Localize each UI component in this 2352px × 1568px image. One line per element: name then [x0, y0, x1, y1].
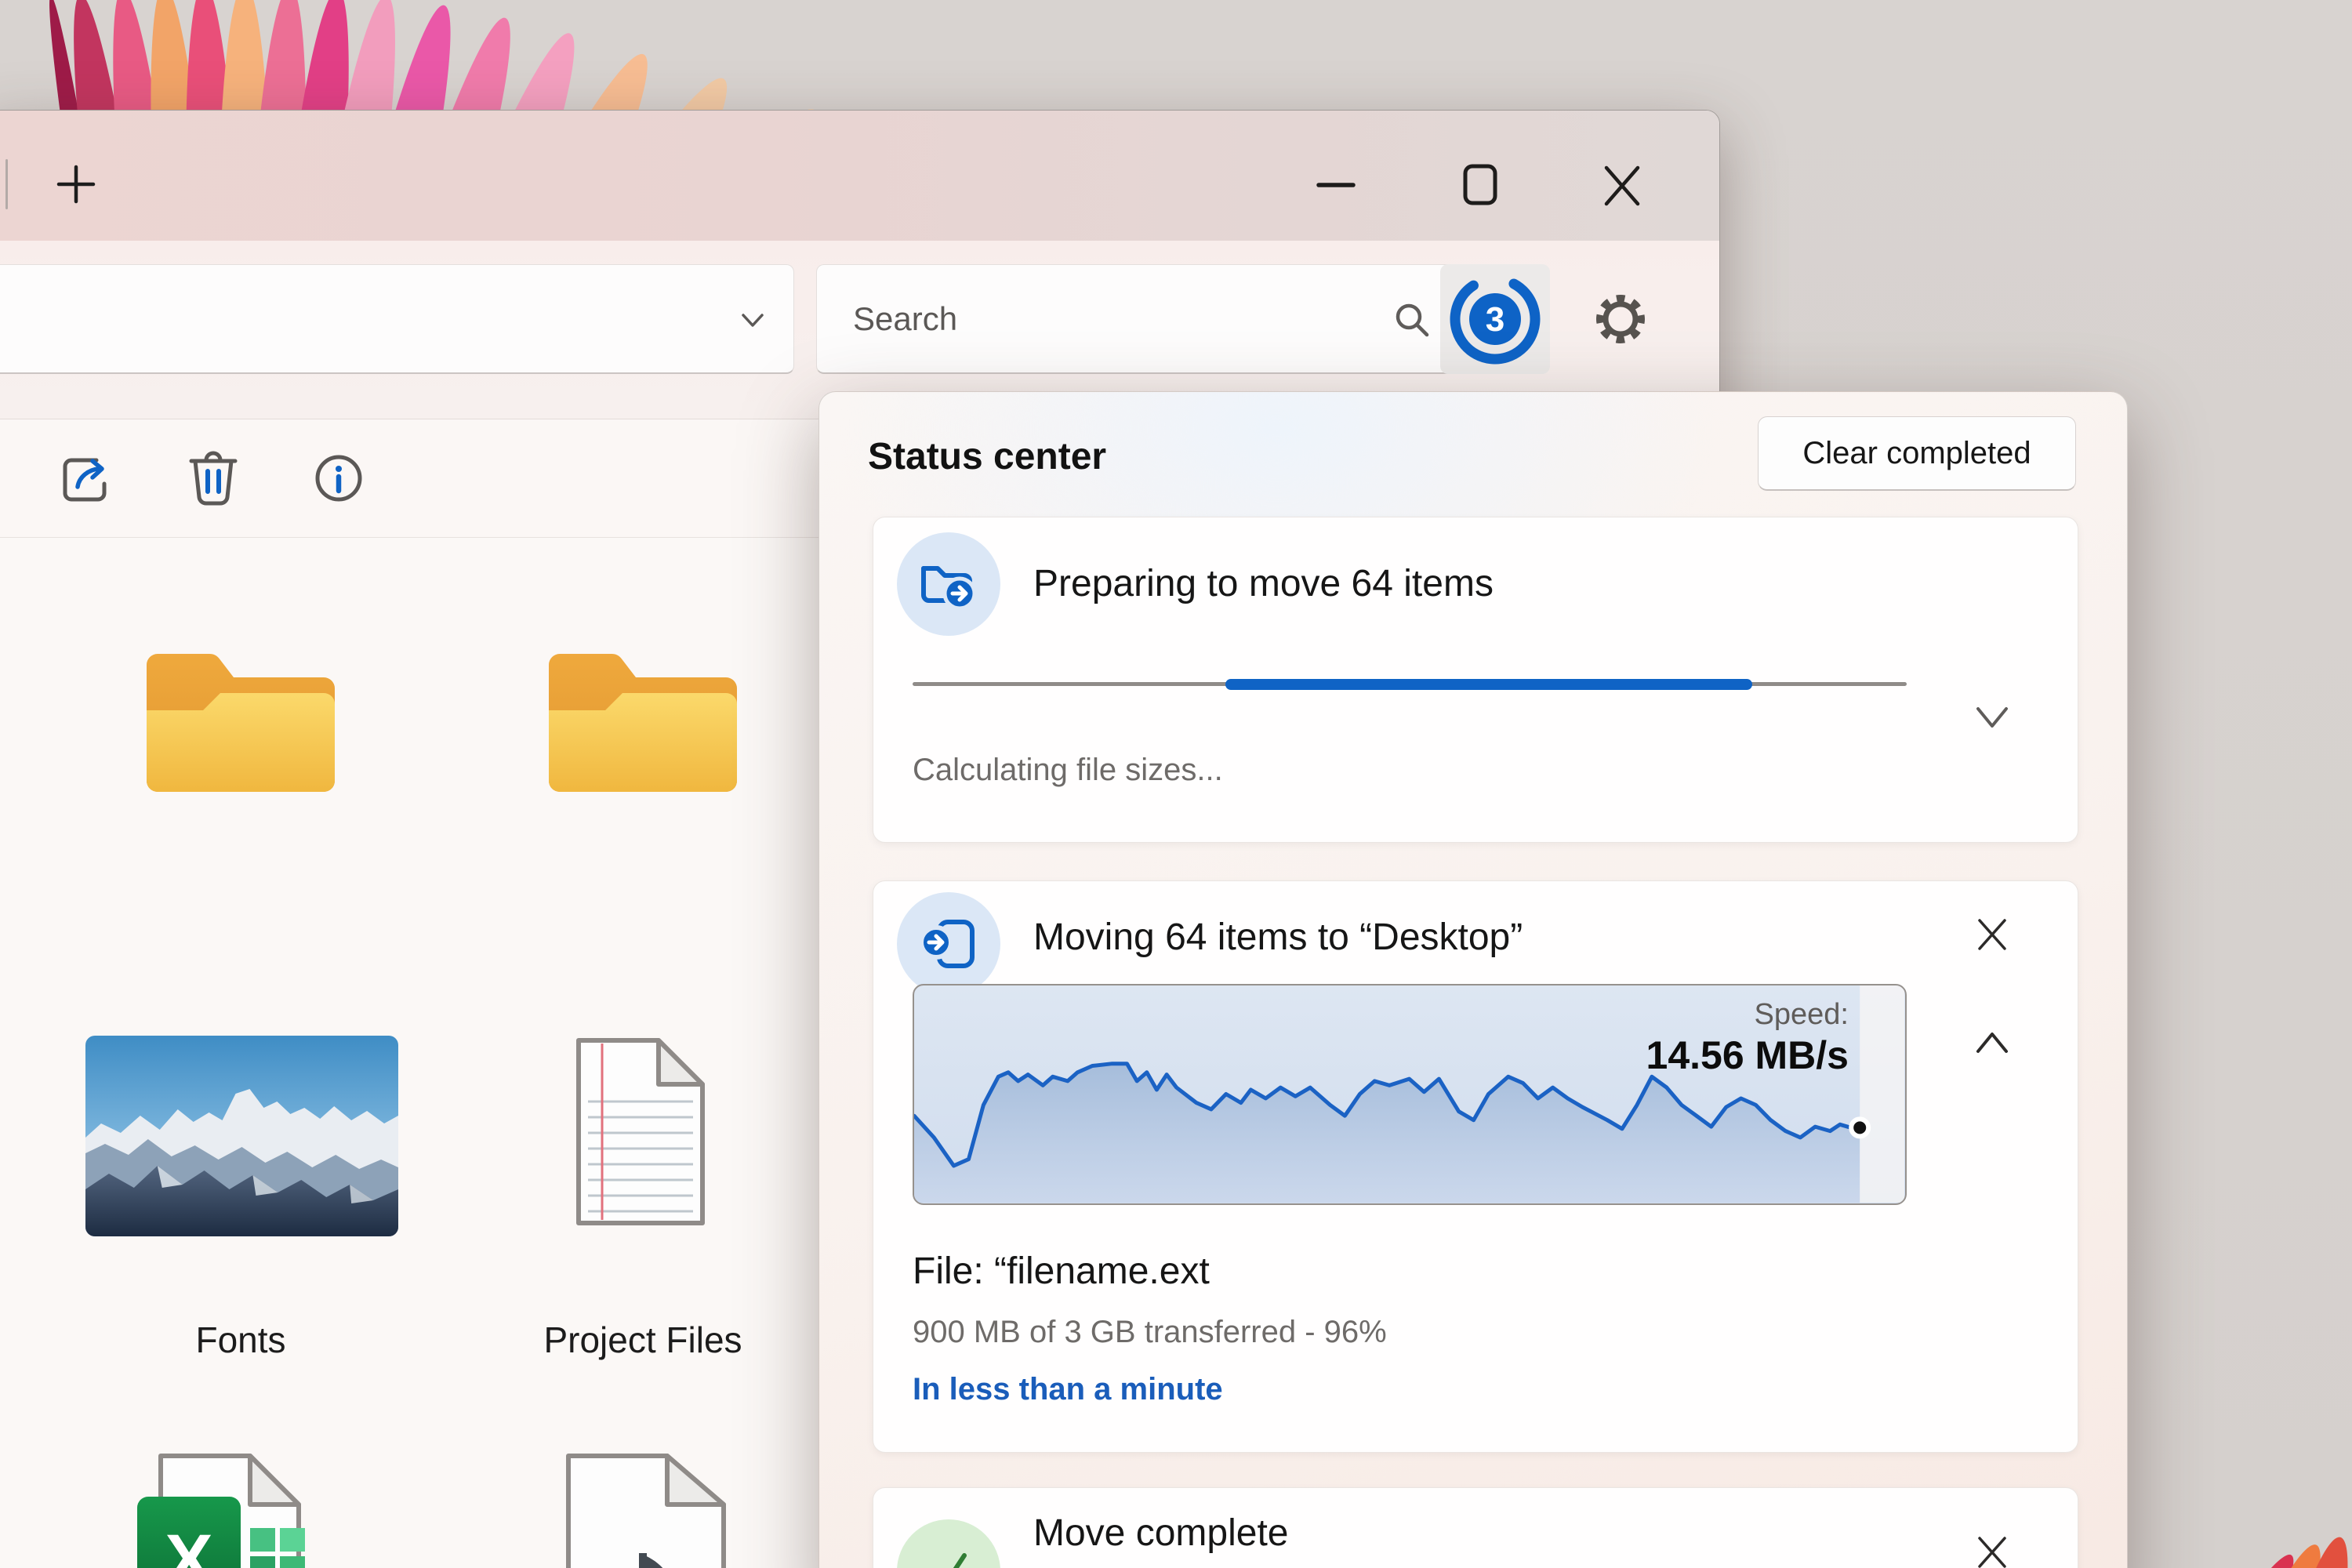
delete-button[interactable] — [180, 443, 247, 510]
status-center-badge-button[interactable]: 3 — [1440, 264, 1550, 374]
file-tile-text-doc[interactable] — [571, 1036, 710, 1228]
search-input[interactable] — [817, 265, 1471, 372]
operation-icon-circle — [897, 532, 1000, 636]
file-tile-project-files[interactable] — [541, 638, 745, 803]
operation-status: Calculating file sizes... — [913, 753, 1223, 788]
tab-divider — [5, 159, 8, 209]
operation-title: Move complete — [1033, 1512, 1288, 1555]
operation-card-moving: Moving 64 items to “Desktop” — [873, 880, 2078, 1453]
close-icon — [1973, 1534, 2011, 1568]
eta-text: In less than a minute — [913, 1372, 1223, 1407]
wallpaper-bloom-image — [0, 0, 1019, 111]
operation-icon-circle — [897, 892, 1000, 996]
move-folder-icon — [916, 551, 982, 617]
excel-letter: X — [165, 1520, 212, 1568]
chevron-down-icon — [1970, 702, 2014, 734]
status-center-title: Status center — [868, 435, 1106, 478]
new-tab-button[interactable] — [53, 161, 100, 208]
remaining-band — [1860, 985, 1904, 1203]
speed-label: Speed: — [1646, 996, 1849, 1033]
current-file: File: “filename.ext — [913, 1250, 1210, 1293]
maximize-button[interactable] — [1457, 162, 1504, 209]
folder-icon — [541, 638, 745, 803]
move-items-icon — [916, 911, 982, 977]
file-label: Project Files — [463, 1318, 823, 1362]
info-icon — [310, 449, 368, 507]
operation-icon-circle — [897, 1519, 1000, 1568]
progress-indicator — [1225, 679, 1752, 690]
file-tile-spreadsheet[interactable]: X — [132, 1453, 328, 1568]
transferred-status: 900 MB of 3 GB transferred - 96% — [913, 1315, 1387, 1350]
status-center-flyout: Status center Clear completed Preparing … — [818, 391, 2128, 1568]
search-box — [816, 264, 1472, 374]
maximize-icon — [1457, 162, 1504, 209]
progress-ring-icon: 3 — [1446, 270, 1544, 368]
settings-button[interactable] — [1566, 264, 1675, 374]
chevron-up-icon — [1970, 1026, 2014, 1058]
gear-icon — [1590, 289, 1651, 350]
collapse-button[interactable] — [1970, 1026, 2014, 1062]
dismiss-operation-button[interactable] — [1973, 916, 2011, 957]
operation-card-complete: Move complete — [873, 1487, 2078, 1568]
speed-readout: Speed: 14.56 MB/s — [1646, 996, 1849, 1078]
search-icon[interactable] — [1392, 300, 1432, 339]
info-button[interactable] — [305, 445, 372, 512]
checkmark-icon — [919, 1541, 978, 1568]
close-button[interactable] — [1599, 162, 1646, 209]
text-document-icon — [571, 1036, 710, 1228]
close-icon — [1973, 916, 2011, 953]
speed-value: 14.56 MB/s — [1646, 1033, 1849, 1078]
operation-card-preparing: Preparing to move 64 items Calculating f… — [873, 517, 2078, 843]
excel-file-icon: X — [132, 1453, 328, 1568]
plus-icon — [54, 162, 98, 206]
file-tile-audio[interactable] — [564, 1453, 728, 1568]
screen: 3 — [0, 0, 2352, 1568]
badge-count: 3 — [1486, 300, 1504, 339]
address-bar[interactable] — [0, 264, 794, 374]
dismiss-operation-button[interactable] — [1973, 1534, 2011, 1568]
address-dropdown-chevron-icon[interactable] — [735, 306, 770, 334]
file-tile-fonts[interactable] — [139, 638, 343, 803]
share-icon — [57, 449, 115, 507]
tab-bar — [0, 111, 1719, 241]
trash-icon — [183, 445, 243, 508]
speed-chart: Speed: 14.56 MB/s — [913, 984, 1907, 1205]
folder-icon — [139, 638, 343, 803]
clear-completed-label: Clear completed — [1802, 436, 2031, 471]
image-thumbnail — [85, 1036, 398, 1236]
clear-completed-button[interactable]: Clear completed — [1758, 416, 2076, 491]
file-tile-image[interactable] — [85, 1036, 398, 1236]
audio-file-icon — [564, 1453, 728, 1568]
close-icon — [1599, 162, 1646, 209]
operation-title: Preparing to move 64 items — [1033, 562, 1494, 606]
share-button[interactable] — [53, 445, 120, 512]
expand-button[interactable] — [1970, 702, 2014, 738]
current-point-marker — [1851, 1119, 1868, 1136]
file-label: Fonts — [60, 1318, 421, 1362]
minimize-icon — [1312, 162, 1359, 209]
minimize-button[interactable] — [1312, 162, 1359, 209]
operation-title: Moving 64 items to “Desktop” — [1033, 916, 1523, 960]
